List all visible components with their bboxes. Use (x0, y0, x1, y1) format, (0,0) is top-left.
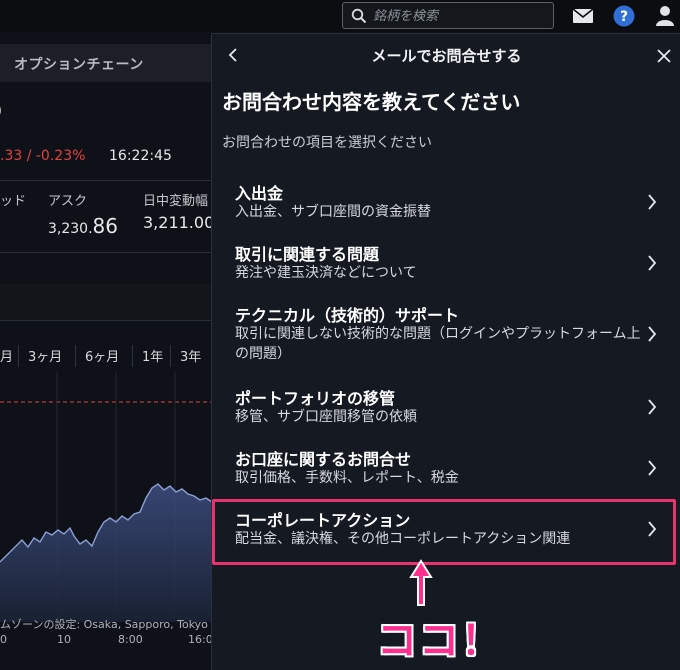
search-box[interactable] (342, 2, 554, 29)
search-input[interactable] (373, 6, 549, 26)
period-1y[interactable]: 1年 (142, 346, 163, 365)
price-change: .33 / -0.23% (0, 148, 86, 164)
menu-item-desc: 発注や建玉決済などについて (235, 265, 417, 281)
highlight-box (212, 499, 676, 565)
menu-item-title: ポートフォリオの移管 (235, 389, 396, 408)
chevron-right-icon (648, 326, 657, 342)
mail-icon[interactable] (572, 8, 594, 24)
divider (75, 345, 76, 367)
x-tick: 10 (57, 633, 71, 646)
menu-item-desc: 取引に関連しない技術的な問題（ログインやプラットフォーム上の問題） (235, 326, 641, 362)
divider (170, 345, 171, 367)
help-icon[interactable]: ? (613, 5, 635, 27)
menu-item-title: 入出金 (235, 184, 284, 203)
quote-time: 16:22:45 (109, 148, 172, 164)
chevron-right-icon (648, 460, 657, 476)
divider (0, 180, 212, 181)
modal-heading: お問合わせ内容を教えてください (222, 90, 521, 114)
menu-item-portfolio-transfer[interactable]: ポートフォリオの移管 移管、サブ口座間移管の依頼 (212, 385, 680, 429)
divider (0, 284, 212, 320)
annotation-label: ココ！ (377, 618, 503, 664)
day-range-label: 日中変動幅 (143, 194, 209, 209)
divider (132, 345, 133, 367)
menu-item-trading-issues[interactable]: 取引に関連する問題 発注や建玉決済などについて (212, 241, 680, 285)
menu-item-deposit-withdrawal[interactable]: 入出金 入出金、サブ口座間の資金振替 (212, 180, 680, 224)
divider (0, 252, 212, 253)
menu-item-title: テクニカル（技術的）サポート (235, 306, 460, 325)
tab-option-chain[interactable]: オプションチェーン (14, 54, 144, 74)
menu-item-technical-support[interactable]: テクニカル（技術的）サポート 取引に関連しない技術的な問題（ログインやプラットフ… (212, 302, 680, 368)
price-area (0, 484, 212, 622)
period-3m[interactable]: 3ヶ月 (28, 346, 62, 365)
divider (0, 320, 212, 321)
timezone-note: ムゾーンの設定: Osaka, Sapporo, Tokyo (0, 618, 208, 631)
modal-title: メールでお問合せする (371, 47, 522, 65)
ask-value: 3,230.86 (48, 214, 118, 238)
chevron-right-icon (648, 194, 657, 210)
divider (18, 345, 19, 367)
menu-item-desc: 取引価格、手数料、レポート、税金 (235, 470, 459, 486)
menu-item-title: お口座に関するお問合せ (235, 450, 412, 469)
up-arrow-icon (409, 559, 433, 606)
chevron-right-icon (648, 399, 657, 415)
x-tick: 8:00 (118, 633, 143, 646)
bid-label: ッド (0, 194, 27, 209)
period-selector: 月 3ヶ月 6ヶ月 1年 3年 (0, 343, 212, 369)
symbol-name-partial: ) (0, 100, 2, 121)
x-tick: 16:0 (188, 633, 213, 646)
menu-item-title: 取引に関連する問題 (235, 245, 380, 264)
menu-item-desc: 移管、サブ口座間移管の依頼 (235, 409, 417, 425)
svg-text:?: ? (620, 9, 628, 25)
chevron-right-icon (648, 255, 657, 271)
day-range-value: 3,211.00 (143, 213, 215, 232)
top-bar: ? (0, 0, 680, 32)
close-icon[interactable] (656, 48, 672, 64)
period-3y[interactable]: 3年 (180, 346, 201, 365)
x-tick: 0 (0, 633, 7, 646)
menu-item-desc: 入出金、サブ口座間の資金振替 (235, 204, 431, 220)
user-icon[interactable] (655, 5, 675, 27)
menu-item-account-inquiry[interactable]: お口座に関するお問合せ 取引価格、手数料、レポート、税金 (212, 446, 680, 490)
period-6m[interactable]: 6ヶ月 (85, 346, 119, 365)
search-icon (351, 8, 367, 24)
ask-label: アスク (48, 194, 88, 209)
option-chain-tab-bar: オプションチェーン (0, 44, 212, 82)
period-1m[interactable]: 月 (0, 346, 13, 365)
contact-modal: メールでお問合せする お問合わせ内容を教えてください お問合わせの項目を選択くだ… (211, 33, 680, 670)
modal-subheading: お問合わせの項目を選択ください (222, 135, 432, 151)
